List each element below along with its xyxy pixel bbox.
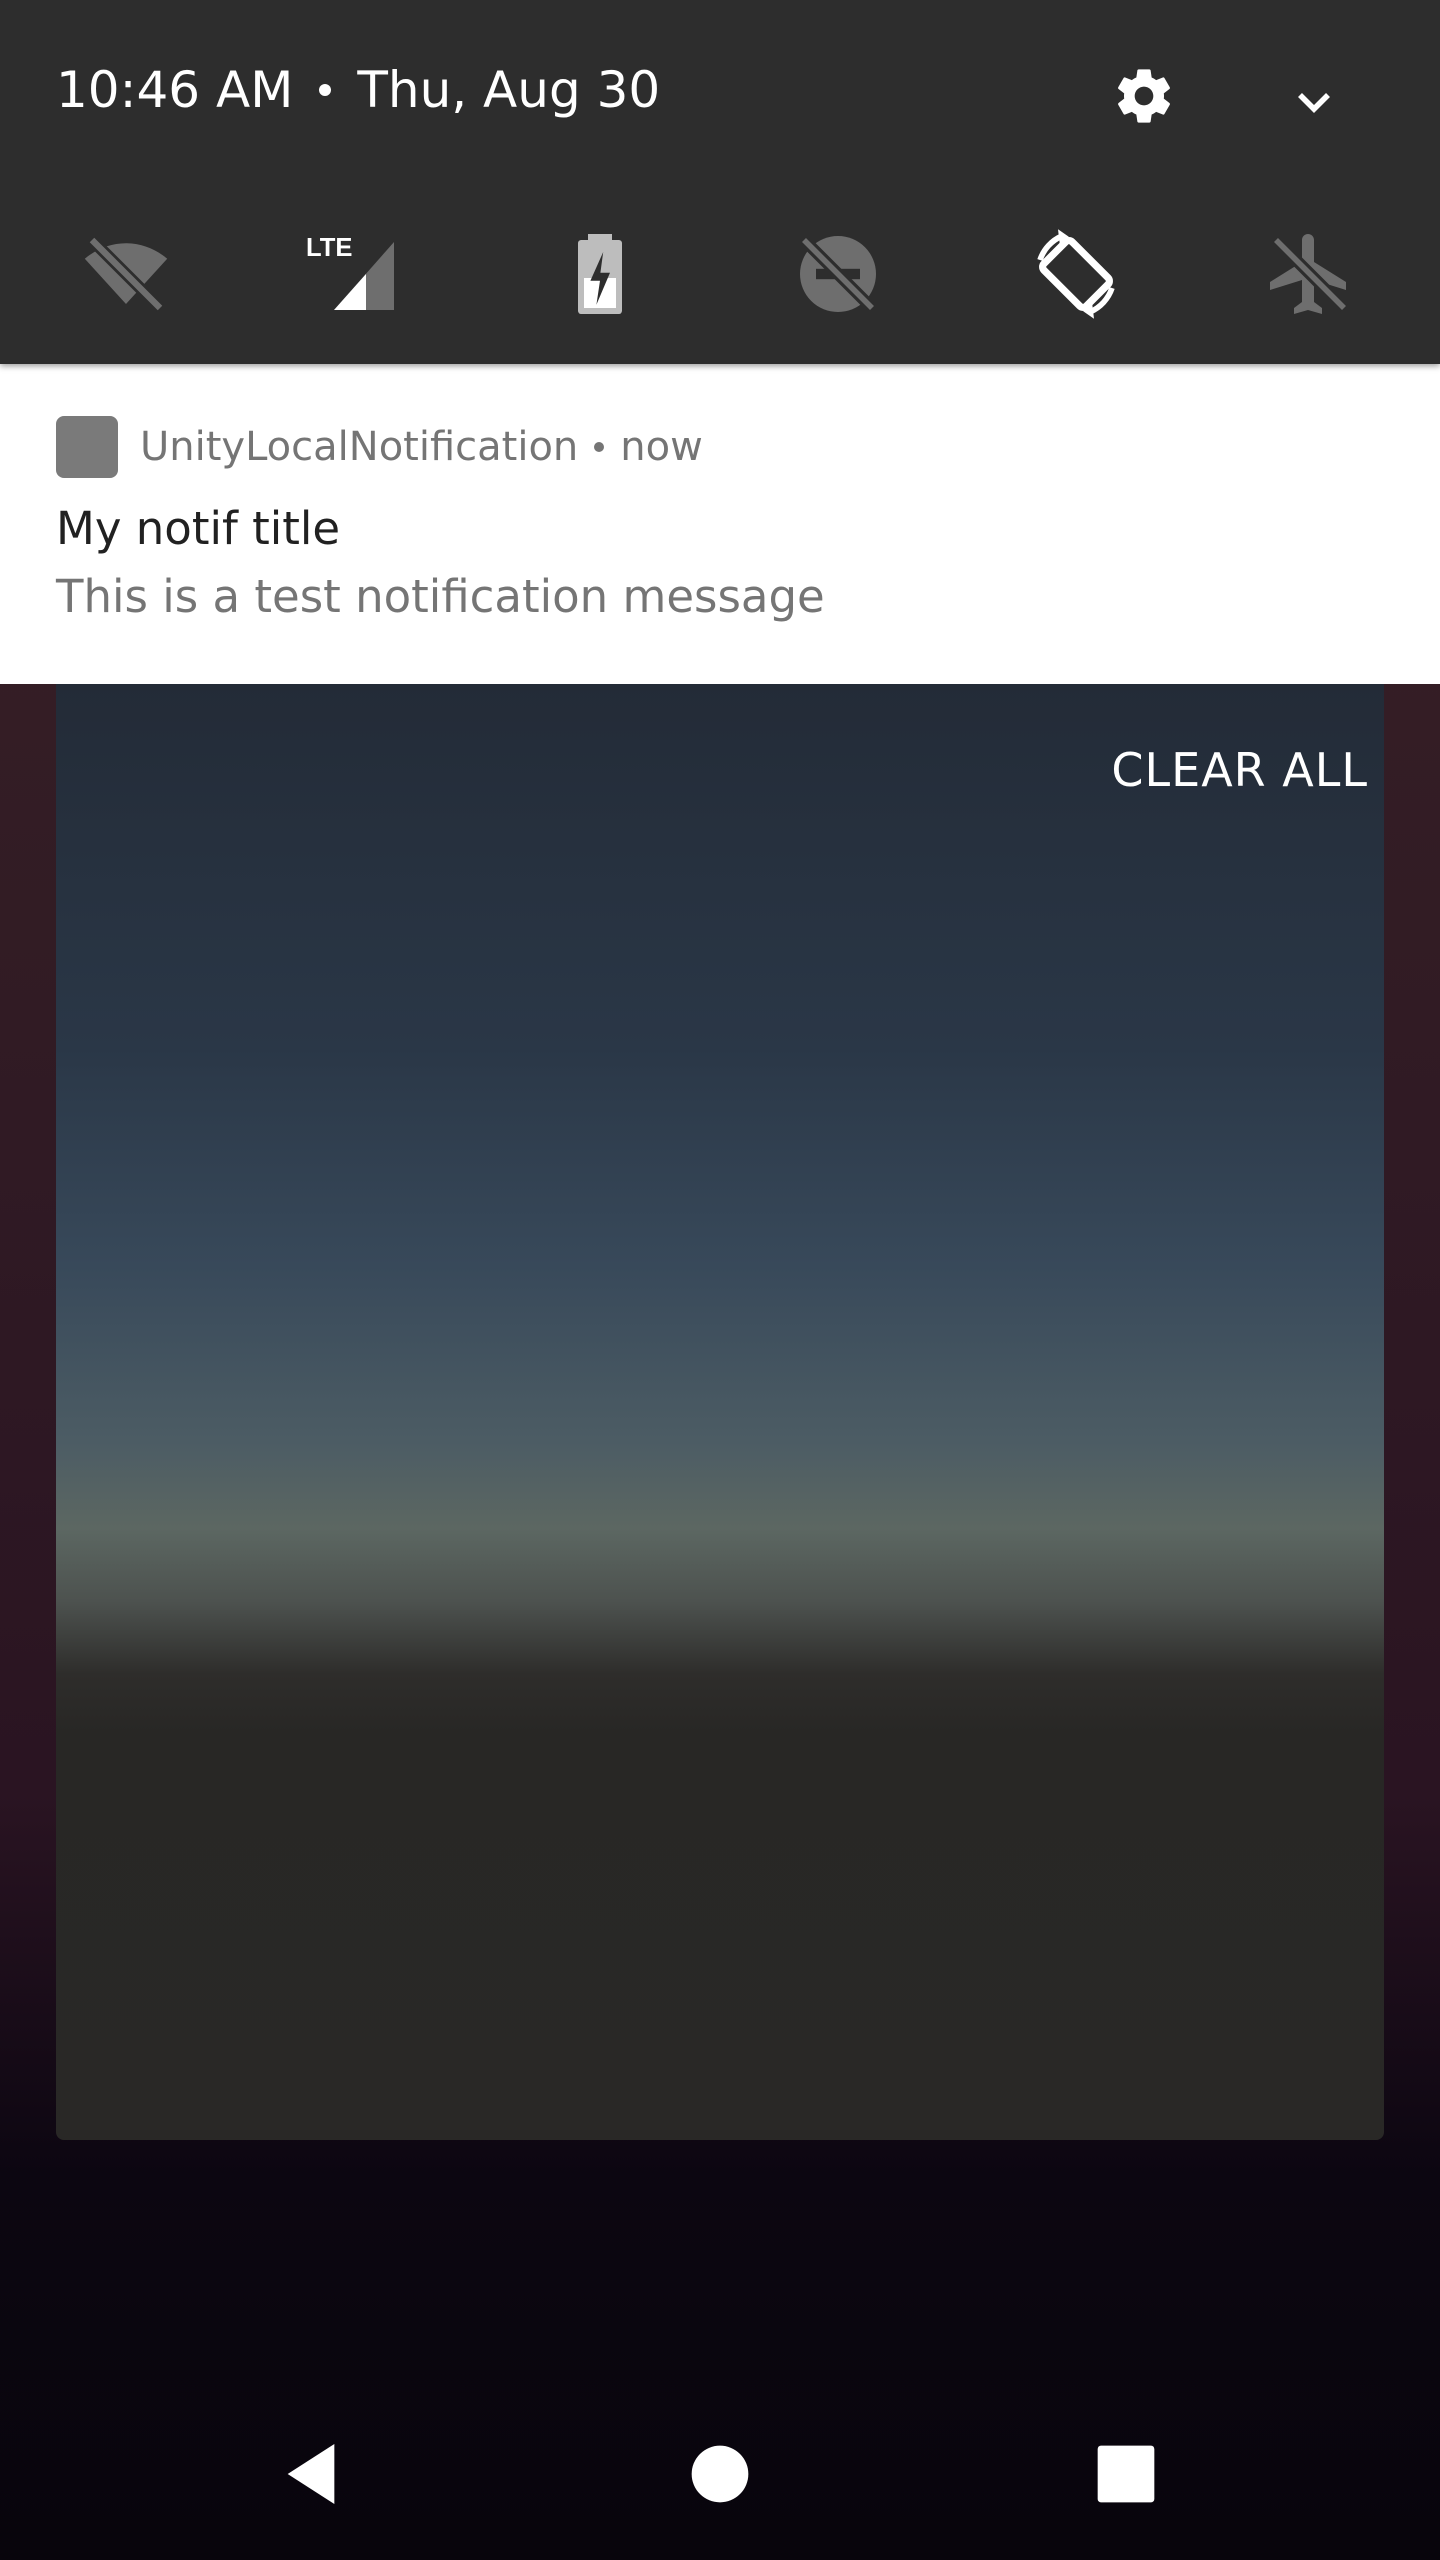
notification-text: This is a test notification message <box>56 570 825 623</box>
do-not-disturb-off-icon[interactable] <box>790 226 886 322</box>
notification-header: UnityLocalNotification now <box>56 416 703 478</box>
back-icon[interactable] <box>276 2434 356 2514</box>
notification-card[interactable]: UnityLocalNotification now My notif titl… <box>0 364 1440 684</box>
separator-dot <box>319 84 332 96</box>
auto-rotate-icon[interactable] <box>1028 226 1124 322</box>
app-icon <box>56 416 118 478</box>
notification-shade-background: CLEAR ALL <box>56 684 1384 2140</box>
notification-app-name: UnityLocalNotification <box>140 424 579 470</box>
clock: 10:46 AM <box>56 61 294 119</box>
settings-gear-icon[interactable] <box>1112 64 1176 128</box>
lte-signal-icon[interactable]: LTE <box>306 226 402 322</box>
lte-label: LTE <box>306 234 352 262</box>
notification-title: My notif title <box>56 502 341 555</box>
wifi-off-icon[interactable] <box>78 226 174 322</box>
date-time: 10:46 AM Thu, Aug 30 <box>56 60 660 120</box>
chevron-down-icon[interactable] <box>1286 74 1342 130</box>
clear-all-button[interactable]: CLEAR ALL <box>1111 740 1368 800</box>
recents-icon[interactable] <box>1086 2434 1166 2514</box>
airplane-mode-icon[interactable] <box>1262 226 1358 322</box>
navigation-bar <box>0 2392 1440 2560</box>
separator-dot <box>594 442 605 452</box>
date: Thu, Aug 30 <box>357 61 661 119</box>
quick-settings-panel: 10:46 AM Thu, Aug 30 LTE <box>0 0 1440 364</box>
battery-saver-icon[interactable] <box>552 226 648 322</box>
notification-time: now <box>620 424 703 470</box>
home-icon[interactable] <box>680 2434 760 2514</box>
